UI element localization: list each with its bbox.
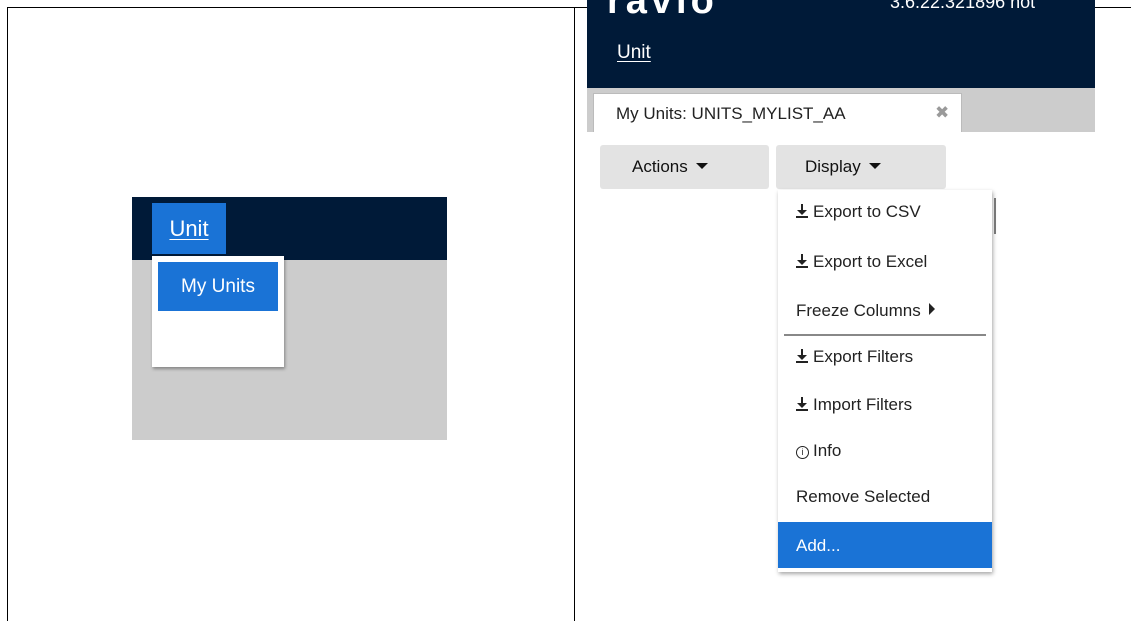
- menu-item-label: Remove Selected: [796, 487, 931, 506]
- caret-down-icon: [695, 163, 708, 169]
- info-icon: i: [796, 446, 809, 459]
- menu-item-label: Info: [813, 441, 842, 460]
- unit-menu-button[interactable]: Unit: [617, 42, 651, 64]
- unit-menu-label: Unit: [169, 216, 209, 241]
- menu-item-label: Export Filters: [813, 347, 914, 366]
- unit-menu-label: Unit: [617, 42, 651, 63]
- display-menu-screenshot: ravio 3.6.22.321896 not Unit My Units: U…: [587, 0, 1095, 621]
- display-dropdown-menu: Export to CSV Export to Excel Freeze Col…: [778, 190, 992, 572]
- download-icon: [796, 397, 808, 411]
- info-menu-item[interactable]: i Info: [778, 441, 992, 473]
- table-left-border: [7, 7, 8, 621]
- menu-item-label: Export to Excel: [813, 252, 928, 271]
- tab-strip: My Units: UNITS_MYLIST_AA ✖: [587, 88, 1095, 132]
- caret-down-icon: [868, 163, 881, 169]
- unit-menu-button[interactable]: Unit: [152, 203, 226, 254]
- tab-label: My Units: UNITS_MYLIST_AA: [616, 104, 846, 123]
- actions-button[interactable]: Actions: [600, 145, 769, 189]
- download-icon: [796, 204, 808, 218]
- top-navbar: Unit: [132, 197, 447, 260]
- export-csv-menu-item[interactable]: Export to CSV: [778, 202, 992, 234]
- table-column-divider: [574, 7, 575, 621]
- display-button[interactable]: Display: [776, 145, 946, 189]
- export-filters-menu-item[interactable]: Export Filters: [778, 347, 992, 379]
- remove-selected-menu-item[interactable]: Remove Selected: [778, 487, 992, 519]
- version-text: 3.6.22.321896 not: [890, 0, 1036, 12]
- download-icon: [796, 349, 808, 363]
- close-icon[interactable]: ✖: [935, 103, 949, 123]
- import-filters-menu-item[interactable]: Import Filters: [778, 395, 992, 427]
- app-logo: ravio: [607, 0, 718, 20]
- my-units-menu-item[interactable]: My Units: [158, 262, 278, 311]
- logo-text: ravio: [607, 0, 718, 22]
- menu-divider: [784, 334, 986, 336]
- unit-menu-screenshot: Unit My Units: [132, 197, 447, 440]
- menu-item-label: Export to CSV: [813, 202, 921, 221]
- export-excel-menu-item[interactable]: Export to Excel: [778, 252, 992, 284]
- add-menu-item[interactable]: Add...: [778, 522, 992, 568]
- menu-item-label: Add...: [796, 536, 841, 555]
- tab-my-units[interactable]: My Units: UNITS_MYLIST_AA ✖: [593, 93, 962, 132]
- caret-right-icon: [928, 303, 935, 315]
- display-button-label: Display: [805, 157, 861, 176]
- download-icon: [796, 254, 808, 268]
- unit-dropdown: My Units: [152, 256, 284, 367]
- freeze-columns-menu-item[interactable]: Freeze Columns: [778, 301, 992, 333]
- actions-button-label: Actions: [632, 157, 688, 176]
- menu-item-label: Freeze Columns: [796, 301, 921, 320]
- main-menubar: Unit: [587, 26, 1095, 88]
- app-header: ravio 3.6.22.321896 not: [587, 0, 1095, 26]
- menu-scrollbar[interactable]: [994, 198, 996, 234]
- menu-item-label: Import Filters: [813, 395, 913, 414]
